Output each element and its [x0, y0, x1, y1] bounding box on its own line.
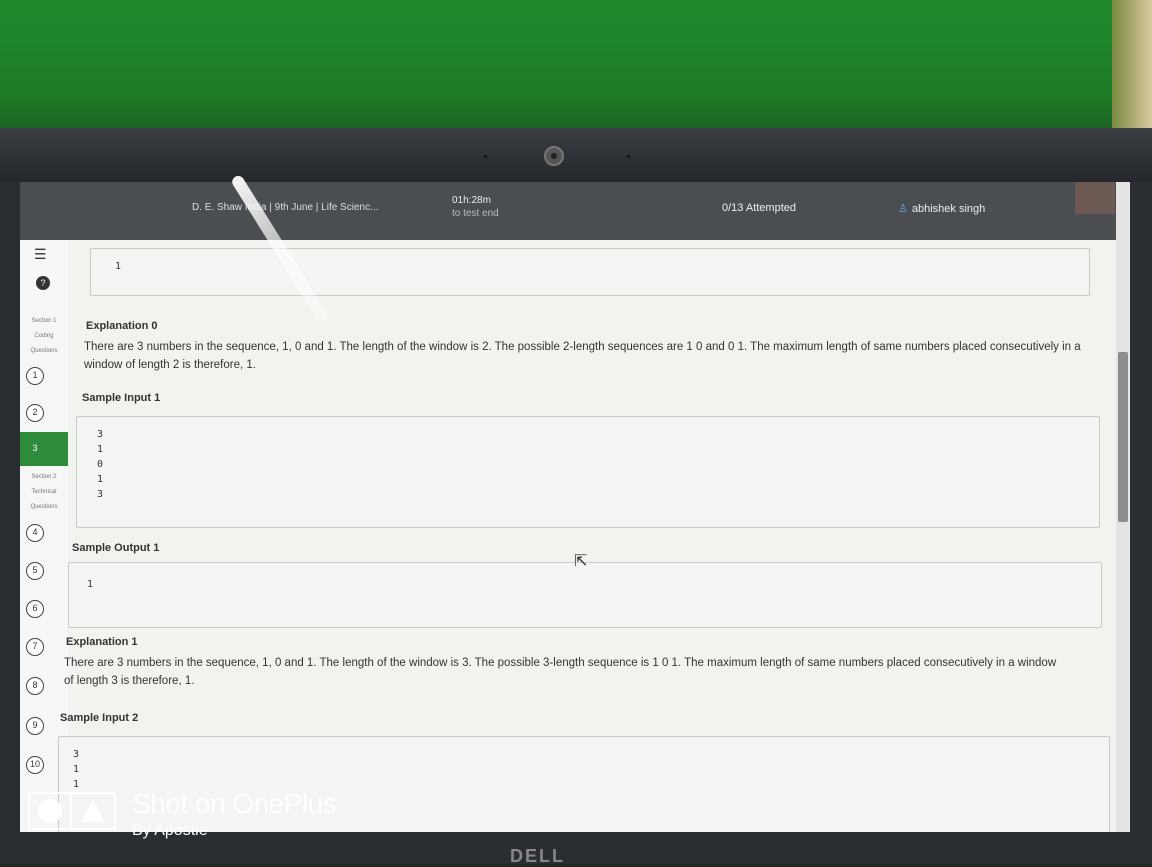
sample-input-2-title: Sample Input 2 [60, 712, 139, 724]
section2-label: Section 2 Technical Questions [30, 474, 58, 510]
test-title: D. E. Shaw India | 9th June | Life Scien… [192, 202, 379, 213]
sample-output-0-value: 1 [115, 261, 122, 272]
bezel-sensor [627, 155, 630, 158]
question-nav-9[interactable]: 9 [26, 717, 44, 735]
watermark-title: Shot on OnePlus [132, 788, 337, 819]
question-nav-5[interactable]: 5 [26, 562, 44, 580]
sample-input-1-title: Sample Input 1 [82, 392, 161, 404]
question-nav-1[interactable]: 1 [26, 367, 44, 385]
user-name: abhishek singh [911, 203, 986, 215]
countdown-timer: 01h:28m to test end [452, 194, 499, 220]
webcam [544, 146, 564, 166]
explanation-1-title: Explanation 1 [66, 636, 138, 648]
question-nav-2[interactable]: 2 [26, 404, 44, 422]
user-menu[interactable]: ♙ abhishek singh [898, 202, 985, 215]
question-content: 1 Explanation 0 There are 3 numbers in t… [58, 240, 1113, 832]
question-nav-7[interactable]: 7 [26, 638, 44, 656]
sample-output-1-value: 1 [87, 579, 94, 590]
timer-label: to test end [452, 208, 499, 219]
oneplus-logo-icon [28, 792, 116, 830]
sample-input-2-lines: 3 1 1 [73, 749, 80, 790]
list-menu-icon[interactable]: ☰ [34, 246, 47, 263]
background-edge [1112, 0, 1152, 140]
user-icon: ♙ [898, 203, 908, 215]
section1-label: Section 1 Coding Questions [30, 318, 58, 354]
question-nav-3[interactable]: 3 [26, 440, 44, 458]
question-nav-10[interactable]: 10 [26, 756, 44, 774]
sample-output-0-box: 1 [90, 248, 1090, 296]
question-nav-6[interactable]: 6 [26, 600, 44, 618]
timer-value: 01h:28m [452, 195, 491, 206]
header-action-button[interactable] [1075, 182, 1115, 214]
sample-input-1-box: 3 1 0 1 3 [76, 416, 1100, 528]
background-wall [0, 0, 1152, 140]
test-header: D. E. Shaw India | 9th June | Life Scien… [20, 182, 1130, 240]
laptop-bezel-top [0, 128, 1152, 182]
scrollbar-thumb[interactable] [1118, 352, 1128, 522]
explanation-0-title: Explanation 0 [86, 320, 158, 332]
sample-output-1-title: Sample Output 1 [72, 542, 160, 554]
mouse-cursor-icon: ⇱ [574, 553, 588, 570]
attempted-count: 0/13 Attempted [722, 202, 796, 214]
sample-output-1-box: 1 [68, 562, 1102, 628]
sample-input-1-lines: 3 1 0 1 3 [97, 429, 104, 500]
question-nav-8[interactable]: 8 [26, 677, 44, 695]
explanation-1-text: There are 3 numbers in the sequence, 1, … [64, 657, 1057, 687]
bezel-sensor [484, 155, 487, 158]
explanation-0-text: There are 3 numbers in the sequence, 1, … [84, 341, 1081, 371]
watermark-subtitle: By Apostle [132, 822, 208, 839]
laptop-screen: D. E. Shaw India | 9th June | Life Scien… [20, 182, 1130, 832]
question-nav-4[interactable]: 4 [26, 524, 44, 542]
help-icon[interactable]: ? [36, 276, 50, 290]
